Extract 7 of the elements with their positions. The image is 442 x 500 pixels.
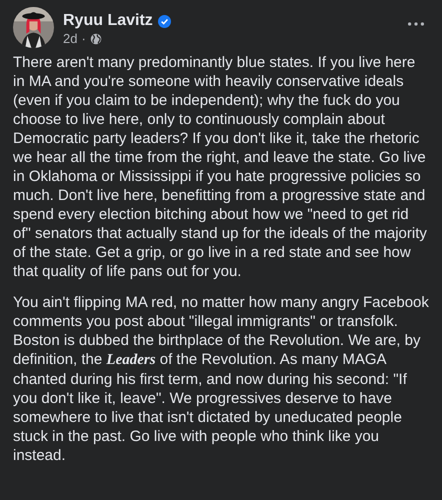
post-text: You ain't flipping MA red, no matter how many angry Facebook comments you post about "illegal immigrants" or transfolk. Boston is dubbed the birthplace of the Revolution. We are, by definition, the Leaders of the Revolution. As many MAGA chanted during his first term, and now during his second: "If you don't like it, leave". We progressives deserve to have somewhere to live that isn't dictated by uneducated people stuck in the past. Go live with people who think like you instead. [13, 293, 430, 465]
separator: · [81, 31, 86, 46]
globe-icon [90, 32, 102, 44]
post-time[interactable]: 2d [63, 31, 78, 46]
author-name[interactable]: Ryuu Lavitz [63, 12, 153, 30]
more-options-icon[interactable] [408, 22, 424, 26]
post-text: There aren't many predominantly blue states. If you live here in MA and you're someone with heavily conservative ideals (even if you claim to be independent); why the fuck do you choose to live here, only to continuously complain about Democratic party leaders? If you don't like it, take the rhetoric we hear all the time from the right, and leave the state. Go live in Oklahoma or Mississippi if you hate progressive policies so much. Don't live here, benefitting from a progressive state and spend every election bitching about how we "need to get rid of" senators that actually stand up for the ideals of the majority of the state. Get a grip, or go live in a red state and see how that quality of life pans out for you. [13, 53, 428, 281]
